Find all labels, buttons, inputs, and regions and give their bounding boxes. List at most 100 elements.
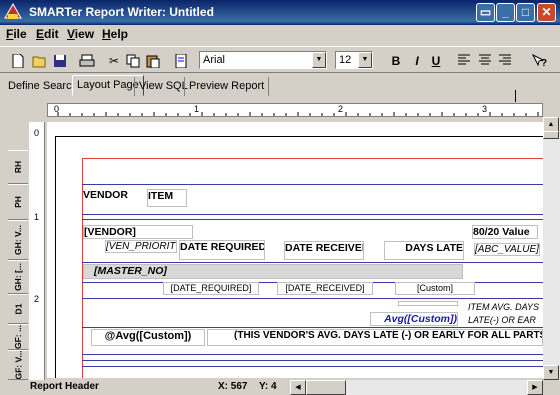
page-edge xyxy=(55,136,543,137)
save-icon[interactable] xyxy=(52,54,68,68)
align-left-icon[interactable] xyxy=(456,54,472,68)
font-size-select[interactable]: 12 ▼ xyxy=(335,51,373,69)
gh-days-late-label[interactable]: DAYS LATE xyxy=(384,241,464,260)
maximize-button[interactable]: □ xyxy=(516,3,535,22)
band-divider xyxy=(82,184,543,185)
chevron-down-icon[interactable]: ▼ xyxy=(358,52,372,68)
scroll-right-icon[interactable]: ▶ xyxy=(527,380,543,395)
scroll-left-icon[interactable]: ◀ xyxy=(290,380,306,395)
print-icon[interactable] xyxy=(79,54,95,68)
menu-bar: File Edit View Help xyxy=(0,25,560,45)
font-select[interactable]: Arial ▼ xyxy=(199,51,327,69)
band-group-header-master[interactable]: GH: [... xyxy=(8,260,28,294)
gf2-avg-field[interactable]: @Avg([Custom]) xyxy=(91,329,205,346)
band-group-header-vendor[interactable]: GH: V... xyxy=(8,220,28,260)
gh-value-label[interactable]: 80/20 Value xyxy=(472,225,538,239)
band-page-header[interactable]: PH xyxy=(8,184,28,220)
band-divider xyxy=(82,366,543,367)
scroll-down-icon[interactable]: ▼ xyxy=(543,365,559,380)
gh-priority-field[interactable]: [VEN_PRIORITY xyxy=(105,240,177,253)
band-group-footer-master[interactable]: GF: ... xyxy=(8,324,28,350)
vertical-ruler: 0 1 2 xyxy=(29,122,45,380)
tab-define-search[interactable]: Define Search xyxy=(4,77,82,96)
menu-view[interactable]: View xyxy=(67,27,94,41)
gh-vendor-field[interactable]: [VENDOR] xyxy=(83,225,193,239)
chevron-down-icon[interactable]: ▼ xyxy=(312,52,326,68)
status-y: Y: 4 xyxy=(259,381,277,392)
close-button[interactable]: ✕ xyxy=(537,3,556,22)
vertical-scrollbar[interactable]: ▲ ▼ xyxy=(543,117,560,380)
tab-layout-page[interactable]: Layout Page xyxy=(72,75,144,96)
band-divider xyxy=(82,360,543,361)
layout-canvas[interactable]: VENDOR ITEM [VENDOR] 80/20 Value [VEN_PR… xyxy=(47,122,543,378)
help-chat-icon[interactable]: ▭ xyxy=(476,3,495,22)
ruler-label: 2 xyxy=(34,294,40,304)
band-group-footer-vendor[interactable]: GF: V... xyxy=(8,350,28,380)
app-icon[interactable] xyxy=(4,2,22,21)
menu-help[interactable]: Help xyxy=(102,27,128,41)
bold-button[interactable]: B xyxy=(388,54,404,68)
page-edge xyxy=(55,136,56,378)
band-divider xyxy=(82,298,543,299)
ruler-label: 0 xyxy=(34,128,40,138)
ruler-label: 1 xyxy=(194,104,200,114)
horizontal-ruler: 0 1 2 3 xyxy=(47,103,543,117)
gh-date-received-label[interactable]: DATE RECEIVED xyxy=(284,241,364,260)
open-folder-icon[interactable] xyxy=(32,54,48,68)
margin-line xyxy=(82,158,543,159)
gf-item-avg-label-line1[interactable]: ITEM AVG. DAYS xyxy=(468,302,543,314)
toolbar: ✂ Arial ▼ 12 ▼ B I U ? xyxy=(0,46,560,73)
status-bar: Report Header X: 567 Y: 4 xyxy=(0,380,290,395)
svg-text:?: ? xyxy=(541,58,547,68)
gh-date-required-label[interactable]: DATE REQUIRED xyxy=(179,240,265,260)
band-divider xyxy=(82,262,543,263)
band-report-header[interactable]: RH xyxy=(8,150,28,184)
d1-date-required-field[interactable]: [DATE_REQUIRED] xyxy=(163,282,259,295)
scroll-up-icon[interactable]: ▲ xyxy=(543,117,559,132)
ruler-label: 0 xyxy=(54,104,60,114)
d1-date-received-field[interactable]: [DATE_RECEIVED] xyxy=(277,282,373,295)
window-title: SMARTer Report Writer: Untitled xyxy=(29,5,214,19)
status-x: X: 567 xyxy=(218,381,248,392)
scroll-thumb[interactable] xyxy=(543,131,559,139)
menu-edit[interactable]: Edit xyxy=(36,27,59,41)
italic-button[interactable]: I xyxy=(409,54,425,68)
tab-row: Define Search Layout Page View SQL Previ… xyxy=(0,74,560,96)
horizontal-scrollbar[interactable]: ◀ ▶ xyxy=(290,380,543,395)
band-detail[interactable]: D1 xyxy=(8,294,28,324)
scroll-thumb[interactable] xyxy=(306,380,346,395)
gh2-master-no-field[interactable]: [MASTER_NO] xyxy=(83,264,463,279)
menu-file[interactable]: File xyxy=(6,27,27,41)
font-size-value: 12 xyxy=(339,54,352,66)
status-section: Report Header xyxy=(30,381,99,392)
band-divider xyxy=(82,354,543,355)
font-value: Arial xyxy=(203,54,226,66)
ruler-label: 2 xyxy=(338,104,344,114)
ruler-marker[interactable] xyxy=(515,90,516,102)
band-divider xyxy=(82,219,543,220)
band-divider xyxy=(82,214,543,215)
align-center-icon[interactable] xyxy=(477,54,493,68)
band-bar: RH PH GH: V... GH: [... D1 GF: ... GF: V… xyxy=(8,122,28,380)
paste-icon[interactable] xyxy=(145,54,161,69)
gf-item-avg-label-line2[interactable]: LATE(-) OR EAR xyxy=(468,315,543,327)
tab-preview-report[interactable]: Preview Report xyxy=(184,77,270,96)
band-divider xyxy=(82,327,543,328)
gf-underline-box[interactable] xyxy=(398,301,458,306)
minimize-button[interactable]: _ xyxy=(496,3,515,22)
new-file-icon[interactable] xyxy=(10,53,26,69)
d1-custom-field[interactable]: [Custom] xyxy=(395,282,475,295)
page-setup-icon[interactable] xyxy=(173,53,189,69)
gh-abc-value-field[interactable]: [ABC_VALUE] xyxy=(474,243,540,256)
ph-item-label[interactable]: ITEM xyxy=(147,189,187,207)
copy-icon[interactable] xyxy=(125,54,141,68)
size-grip[interactable] xyxy=(543,380,560,395)
gf2-description-label[interactable]: (THIS VENDOR'S AVG. DAYS LATE (-) OR EAR… xyxy=(207,329,543,346)
cut-icon[interactable]: ✂ xyxy=(106,54,122,68)
ph-vendor-label[interactable]: VENDOR xyxy=(83,189,147,207)
context-help-icon[interactable]: ? xyxy=(531,53,548,69)
gf-avg-custom-field[interactable]: Avg([Custom]) xyxy=(370,312,458,326)
align-right-icon[interactable] xyxy=(497,54,513,68)
title-bar: SMARTer Report Writer: Untitled ▭ _ □ ✕ xyxy=(0,0,560,25)
underline-button[interactable]: U xyxy=(428,54,444,68)
